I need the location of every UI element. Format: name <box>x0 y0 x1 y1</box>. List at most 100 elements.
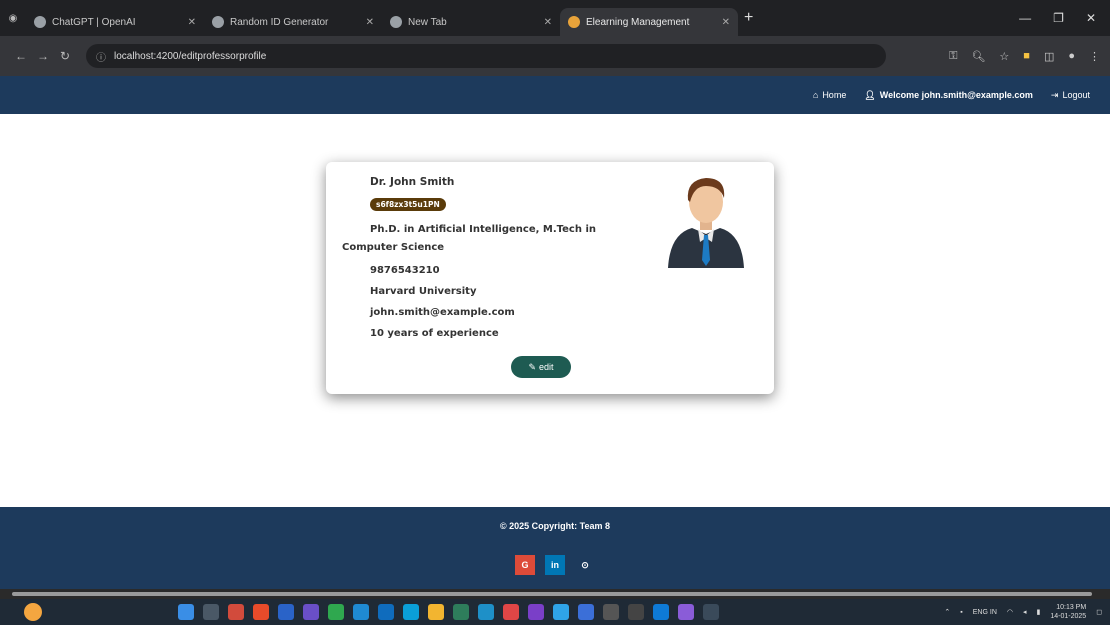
app-icon[interactable] <box>678 604 694 620</box>
vscode-icon[interactable] <box>653 604 669 620</box>
app-icon[interactable] <box>353 604 369 620</box>
app-icon[interactable] <box>553 604 569 620</box>
main-content: Dr. John Smith s6f8zx3t5u1PN Ph.D. in Ar… <box>0 114 1110 507</box>
url-input[interactable]: ⓘ localhost:4200/editprofessorprofile <box>86 44 886 68</box>
tab-title: New Tab <box>408 16 447 28</box>
clock-date: 14-01-2025 <box>1050 613 1087 620</box>
copyright-text: © 2025 Copyright: Team 8 <box>500 521 610 531</box>
forward-icon[interactable]: → <box>32 49 54 63</box>
language-indicator[interactable]: ENG IN <box>973 609 997 616</box>
app-icon[interactable] <box>378 604 394 620</box>
start-icon[interactable] <box>178 604 194 620</box>
tab-elearning[interactable]: Elearning Management ✕ <box>560 8 738 36</box>
search-icon[interactable] <box>203 604 219 620</box>
home-link[interactable]: ⌂ Home <box>813 90 846 100</box>
close-window-icon[interactable]: ✕ <box>1086 11 1096 25</box>
experience: 10 years of experience <box>370 328 499 339</box>
welcome-user[interactable]: 👤︎ Welcome john.smith@example.com <box>864 90 1033 101</box>
tab-title: Elearning Management <box>586 16 690 28</box>
app-icon[interactable] <box>253 604 269 620</box>
app-icon[interactable] <box>278 604 294 620</box>
file-explorer-icon[interactable] <box>428 604 444 620</box>
taskbar-apps <box>178 604 719 620</box>
social-links: G in ⊙ <box>515 555 595 575</box>
email: john.smith@example.com <box>370 307 515 318</box>
back-icon[interactable]: ← <box>10 49 32 63</box>
app-icon[interactable] <box>578 604 594 620</box>
tray-app-icon[interactable]: ▪ <box>960 609 962 616</box>
app-icon[interactable] <box>703 604 719 620</box>
app-icon[interactable] <box>228 604 244 620</box>
site-info-icon[interactable]: ⓘ <box>96 49 106 64</box>
tab-new[interactable]: New Tab ✕ <box>382 8 560 36</box>
professor-name: Dr. John Smith <box>370 176 455 188</box>
zoom-icon[interactable]: 🔍︎ <box>971 50 985 63</box>
github-link[interactable]: ⊙ <box>575 555 595 575</box>
home-icon: ⌂ <box>812 90 819 100</box>
logout-icon: ⇥ <box>1050 89 1059 100</box>
volume-icon[interactable]: ◂ <box>1023 608 1027 616</box>
chevron-up-icon[interactable]: ⌃ <box>944 608 950 616</box>
menu-kebab-icon[interactable]: ⋮ <box>1089 50 1100 63</box>
github-icon: ⊙ <box>581 559 589 570</box>
password-key-icon[interactable]: ⚿ <box>949 50 957 63</box>
maximize-icon[interactable]: ❐ <box>1053 11 1064 25</box>
profile-icon[interactable]: ● <box>1068 50 1075 63</box>
tab-favicon-icon <box>390 16 402 28</box>
clock-time: 10:13 PM <box>1056 604 1087 611</box>
google-link[interactable]: G <box>515 555 535 575</box>
id-badge: s6f8zx3t5u1PN <box>370 198 446 211</box>
extension-icon[interactable]: ■ <box>1023 50 1030 63</box>
notification-icon[interactable]: ◻ <box>1096 608 1102 616</box>
app-icon[interactable] <box>453 604 469 620</box>
app-icon[interactable] <box>628 604 644 620</box>
edit-button[interactable]: ✎ edit <box>511 356 571 378</box>
home-label: Home <box>822 90 847 100</box>
browser-tab-bar: ◉ ChatGPT | OpenAI ✕ Random ID Generator… <box>0 0 1110 36</box>
tab-chatgpt[interactable]: ChatGPT | OpenAI ✕ <box>26 8 204 36</box>
logout-label: Logout <box>1062 90 1090 100</box>
site-navbar: ⌂ Home 👤︎ Welcome john.smith@example.com… <box>0 76 1110 114</box>
new-tab-button[interactable]: + <box>744 9 753 27</box>
app-icon[interactable] <box>303 604 319 620</box>
url-text: localhost:4200/editprofessorprofile <box>114 50 267 62</box>
app-icon[interactable] <box>403 604 419 620</box>
extensions-puzzle-icon[interactable]: ◫ <box>1044 50 1054 63</box>
profile-info: Dr. John Smith s6f8zx3t5u1PN Ph.D. in Ar… <box>342 176 632 349</box>
app-icon[interactable] <box>478 604 494 620</box>
wifi-icon[interactable]: ◠ <box>1007 608 1013 616</box>
minimize-icon[interactable]: — <box>1019 11 1031 25</box>
google-icon: G <box>521 560 529 570</box>
phone-number: 9876543210 <box>370 265 440 276</box>
tab-title: ChatGPT | OpenAI <box>52 16 136 28</box>
tab-random-id[interactable]: Random ID Generator ✕ <box>204 8 382 36</box>
tab-favicon-icon <box>34 16 46 28</box>
tab-close-icon[interactable]: ✕ <box>188 17 196 28</box>
tab-search-icon[interactable]: ◉ <box>0 0 26 36</box>
reload-icon[interactable]: ↻ <box>54 49 76 63</box>
browser-address-bar: ← → ↻ ⓘ localhost:4200/editprofessorprof… <box>0 36 1110 76</box>
chrome-icon[interactable] <box>503 604 519 620</box>
linkedin-icon: in <box>551 560 559 570</box>
tab-favicon-icon <box>568 16 580 28</box>
app-icon[interactable] <box>603 604 619 620</box>
horizontal-scrollbar[interactable] <box>0 589 1110 599</box>
tab-close-icon[interactable]: ✕ <box>366 17 374 28</box>
app-icon[interactable] <box>528 604 544 620</box>
bookmark-star-icon[interactable]: ☆ <box>999 50 1009 63</box>
linkedin-link[interactable]: in <box>545 555 565 575</box>
app-icon[interactable] <box>328 604 344 620</box>
logout-link[interactable]: ⇥ Logout <box>1051 90 1090 101</box>
tab-title: Random ID Generator <box>230 16 329 28</box>
profile-card: Dr. John Smith s6f8zx3t5u1PN Ph.D. in Ar… <box>326 162 774 394</box>
edit-icon: ✎ <box>528 361 537 372</box>
welcome-label: Welcome john.smith@example.com <box>879 90 1033 100</box>
widgets-icon[interactable] <box>24 603 42 621</box>
scrollbar-thumb[interactable] <box>12 592 1092 596</box>
site-footer: © 2025 Copyright: Team 8 G in ⊙ <box>0 507 1110 589</box>
clock[interactable]: 10:13 PM 14-01-2025 <box>1050 603 1086 621</box>
os-taskbar: ⌃ ▪ ENG IN ◠ ◂ ▮ 10:13 PM 14-01-2025 ◻ <box>0 599 1110 625</box>
tab-close-icon[interactable]: ✕ <box>722 17 730 28</box>
battery-icon[interactable]: ▮ <box>1037 608 1041 616</box>
tab-close-icon[interactable]: ✕ <box>544 17 552 28</box>
